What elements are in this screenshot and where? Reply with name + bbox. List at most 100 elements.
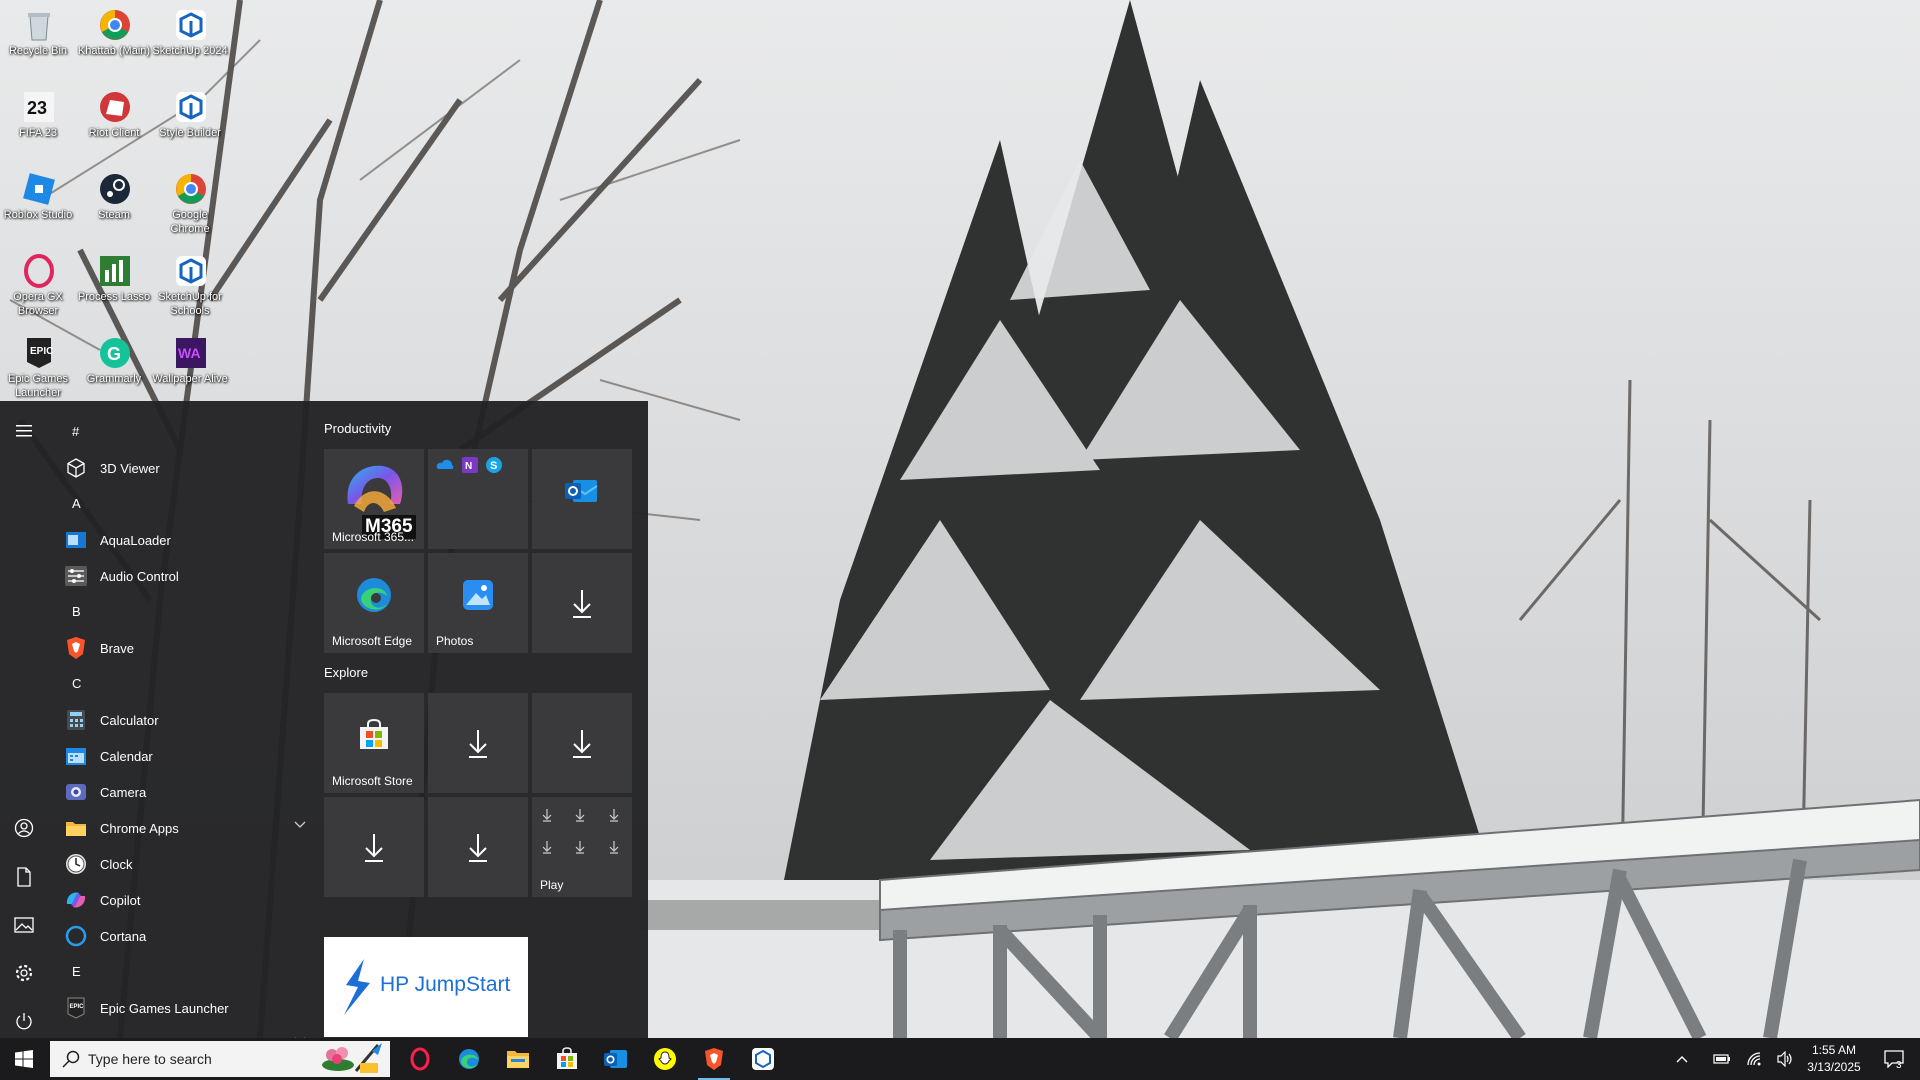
camera-icon [64,780,88,804]
calendar-icon [64,744,88,768]
app-list-item[interactable]: Clock [62,847,310,881]
desktop-icon[interactable]: Recycle Bin [0,2,76,82]
desktop-icon-label: Process Lasso [77,291,151,303]
documents-button[interactable] [0,857,48,897]
app-group-letter[interactable]: C [72,676,81,691]
power-button[interactable] [0,1001,48,1041]
office-folder-icons: N S [436,457,502,473]
tile-microsoft-365[interactable]: M365 Microsoft 365... [324,449,424,549]
account-button[interactable] [0,808,48,848]
taskbar-app-button[interactable] [445,1038,493,1080]
app-list-item[interactable]: EZEN Launcher [62,1027,310,1038]
desktop-icon[interactable]: Process Lasso [76,248,152,328]
app-list-item[interactable]: Calendar [62,739,310,773]
settings-button[interactable] [0,953,48,993]
chrome-profile-icon [98,8,132,42]
app-list-item[interactable]: 3D Viewer [62,451,310,485]
user-icon [14,818,34,838]
tile-download-5[interactable] [428,797,528,897]
taskbar-app-button[interactable] [739,1038,787,1080]
download-icon [428,693,528,793]
taskbar-app-button[interactable] [592,1038,640,1080]
app-list-item[interactable]: Cortana [62,919,310,953]
app-group-letter[interactable]: E [72,964,81,979]
desktop-icon[interactable]: Steam [76,166,152,246]
app-list-item[interactable]: Copilot [62,883,310,917]
store-icon [324,693,424,777]
app-list-item[interactable]: Brave [62,631,310,665]
app-name: Camera [100,784,147,800]
pictures-button[interactable] [0,905,48,945]
tile-area: Productivity M365 Microsoft 365... N S M… [324,401,648,1038]
chrome-icon [174,172,208,206]
desktop-icon[interactable]: Roblox Studio [0,166,76,246]
app-group-letter[interactable]: # [72,424,79,439]
desktop-icon-label: Style Builder [159,127,221,139]
volume-button[interactable] [1773,1038,1797,1080]
tile-label: Photos [436,634,474,648]
opera-gx-icon [22,254,56,288]
desktop-icon[interactable]: WA Wallpaper Alive [152,330,228,410]
notification-center-button[interactable]: 3 [1874,1038,1914,1080]
svg-text:WA: WA [178,345,201,361]
tile-download-4[interactable] [324,797,424,897]
desktop-icon[interactable]: SketchUp for Schools [152,248,228,328]
desktop-icon[interactable]: G Grammarly [76,330,152,410]
app-group-letter[interactable]: A [72,496,81,511]
app-group-letter[interactable]: B [72,604,81,619]
battery-button[interactable] [1710,1038,1734,1080]
tile-download-2[interactable] [428,693,528,793]
desktop-icon[interactable]: Opera GX Browser [0,248,76,328]
app-list-item[interactable]: Audio Control [62,559,310,593]
desktop-icon[interactable]: 23 FIFA 23 [0,84,76,164]
tile-download-3[interactable] [532,693,632,793]
desktop-icon[interactable]: Google Chrome [152,166,228,246]
outlook-icon [604,1048,628,1070]
desktop-icon[interactable]: SketchUp 2024 [152,2,228,82]
tile-play-folder[interactable]: Play [532,797,632,897]
skype-icon: S [486,457,502,473]
hamburger-menu-button[interactable] [0,411,48,451]
start-button[interactable] [0,1038,48,1080]
desktop-icon[interactable]: Riot Client [76,84,152,164]
desktop-icon[interactable]: Khattab (Main) [76,2,152,82]
clock-date: 3/13/2025 [1807,1060,1861,1074]
app-list-item[interactable]: AquaLoader [62,523,310,557]
tile-download-1[interactable] [532,553,632,653]
app-list-item[interactable]: Calculator [62,703,310,737]
tile-outlook[interactable] [532,449,632,549]
desktop-icon-label: Google Chrome [170,209,210,235]
taskbar-app-button[interactable] [396,1038,444,1080]
tile-office-folder[interactable]: N S [428,449,528,549]
search-box[interactable]: Type here to search [50,1041,390,1077]
taskbar-app-button[interactable] [641,1038,689,1080]
app-list-item[interactable]: EPIC Epic Games Launcher [62,991,310,1025]
roblox-studio-icon [22,172,56,206]
network-button[interactable] [1743,1038,1767,1080]
app-list-item[interactable]: Chrome Apps [62,811,310,845]
chevron-up-icon [1676,1056,1688,1063]
clock[interactable]: 1:55 AM 3/13/2025 [1796,1042,1872,1076]
desktop-icon[interactable]: EPIC Epic Games Launcher [0,330,76,410]
recycle-bin-icon [22,8,56,42]
app-name: Calculator [100,712,159,728]
app-list-item[interactable]: Camera [62,775,310,809]
tile-hp-jumpstart[interactable]: HP JumpStart [324,937,528,1037]
taskbar-app-button[interactable] [690,1038,738,1080]
grammarly-icon: G [98,336,132,370]
tile-label: Play [540,878,564,892]
tile-microsoft-edge[interactable]: Microsoft Edge [324,553,424,653]
taskbar-app-button[interactable] [494,1038,542,1080]
show-hidden-icons-button[interactable] [1670,1038,1694,1080]
app-name: Audio Control [100,568,179,584]
sketchup-icon [174,90,208,124]
store-icon [555,1047,579,1071]
speaker-icon [1777,1051,1792,1067]
power-icon [16,1013,32,1030]
taskbar-app-button[interactable] [543,1038,591,1080]
desktop-icon[interactable]: Style Builder [152,84,228,164]
sketchup-icon [174,254,208,288]
tile-microsoft-store[interactable]: Microsoft Store [324,693,424,793]
tile-photos[interactable]: Photos [428,553,528,653]
hp-jumpstart-label: HP JumpStart [380,973,511,996]
